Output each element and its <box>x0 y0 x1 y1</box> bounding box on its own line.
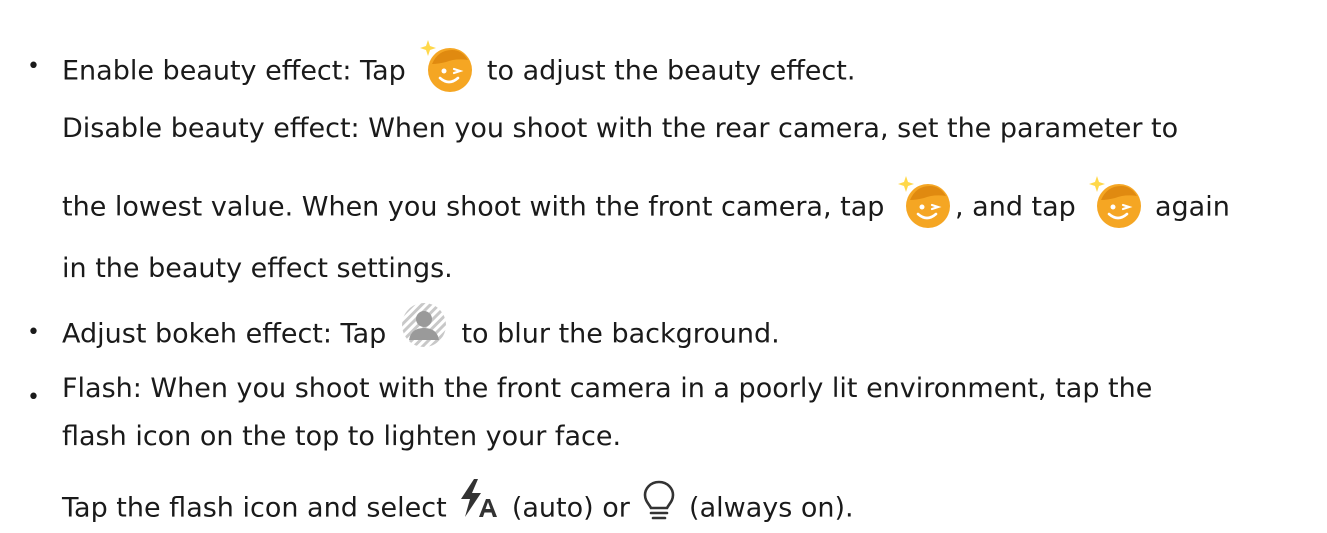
beauty-disable-line-1: Disable beauty effect: When you shoot wi… <box>62 113 1179 144</box>
flash-line-1: Flash: When you shoot with the front cam… <box>62 373 1153 404</box>
bullet-3: • <box>27 385 40 410</box>
bokeh-line: Adjust bokeh effect: Tap to blur the bac… <box>62 303 780 360</box>
beauty-disable-text-before: the lowest value. When you shoot with th… <box>62 191 893 223</box>
beauty-disable-line-3: in the beauty effect settings. <box>62 253 453 284</box>
bullet-1: • <box>27 54 40 79</box>
bokeh-portrait-icon <box>399 300 449 350</box>
beauty-face-icon <box>1085 172 1145 232</box>
flash-text-after: (always on). <box>680 492 854 524</box>
beauty-disable-text-after: again <box>1146 191 1230 223</box>
bokeh-text-after: to blur the background. <box>452 318 780 350</box>
beauty-face-icon <box>416 36 476 96</box>
bulb-always-on-icon <box>642 479 676 523</box>
bullet-2: • <box>27 320 40 345</box>
beauty-disable-line-2: the lowest value. When you shoot with th… <box>62 176 1230 238</box>
flash-line-3: Tap the flash icon and select (auto) or … <box>62 479 854 531</box>
flash-line-2: flash icon on the top to lighten your fa… <box>62 421 622 452</box>
flash-text-before: Tap the flash icon and select <box>62 492 456 524</box>
beauty-face-icon <box>894 172 954 232</box>
beauty-enable-text-after: to adjust the beauty effect. <box>478 55 856 87</box>
bokeh-text-before: Adjust bokeh effect: Tap <box>62 318 395 350</box>
beauty-enable-line: Enable beauty effect: Tap to adjust the … <box>62 40 856 102</box>
flash-auto-icon <box>457 477 501 521</box>
beauty-enable-text-before: Enable beauty effect: Tap <box>62 55 415 87</box>
flash-text-middle: (auto) or <box>503 492 639 524</box>
beauty-disable-text-middle: , and tap <box>955 191 1085 223</box>
